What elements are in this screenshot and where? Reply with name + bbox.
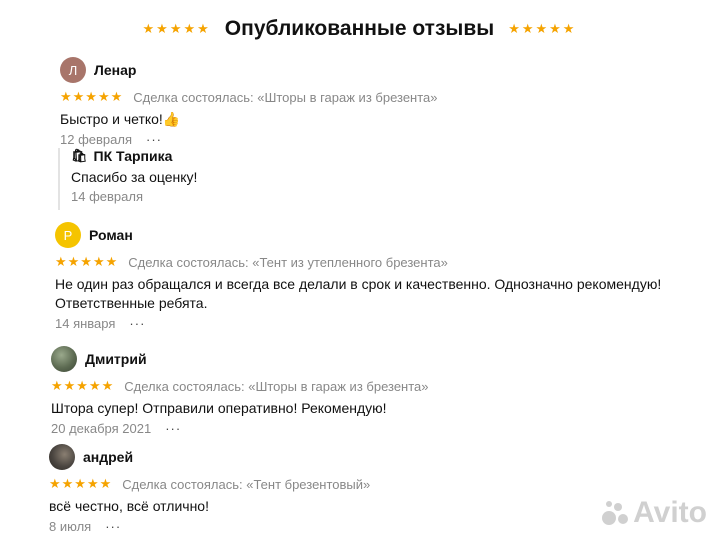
review-author-name[interactable]: Дмитрий [85, 351, 147, 367]
review-date: 12 февраля [60, 132, 132, 147]
review-meta: 14 января ··· [55, 316, 705, 331]
reply-text: Спасибо за оценку! [71, 169, 198, 185]
review-meta: 12 февраля ··· [60, 132, 700, 147]
review-rating-row: ★★★★★ Сделка состоялась: «Тент из утепле… [55, 254, 705, 270]
review-item: Дмитрий ★★★★★ Сделка состоялась: «Шторы … [51, 346, 691, 436]
review-author-name[interactable]: андрей [83, 449, 133, 465]
page-title: Опубликованные отзывы [224, 17, 495, 40]
review-author-name[interactable]: Роман [89, 227, 133, 243]
review-rating-row: ★★★★★ Сделка состоялась: «Шторы в гараж … [60, 89, 700, 105]
reply-date: 14 февраля [71, 189, 143, 204]
review-author-row: Л Ленар [60, 57, 700, 83]
review-date: 8 июля [49, 519, 92, 534]
review-meta: 20 декабря 2021 ··· [51, 421, 691, 436]
review-stars: ★★★★★ [55, 254, 119, 269]
review-text: всё честно, всё отлично! [49, 498, 209, 514]
header-stars-right: ★★★★★ [508, 21, 577, 36]
review-rating-row: ★★★★★ Сделка состоялась: «Шторы в гараж … [51, 378, 691, 394]
review-author-row: Дмитрий [51, 346, 691, 372]
review-meta: 8 июля ··· [49, 519, 689, 534]
more-options-button[interactable]: ··· [129, 316, 145, 331]
review-text: Штора супер! Отправили оперативно! Реком… [51, 400, 387, 416]
more-options-button[interactable]: ··· [105, 519, 121, 534]
more-options-button[interactable]: ··· [146, 132, 162, 147]
review-stars: ★★★★★ [49, 476, 113, 491]
reply-author-row: 🛍 ПК Тарпика [71, 148, 371, 164]
shop-icon: 🛍 [71, 148, 88, 163]
review-date: 20 декабря 2021 [51, 421, 152, 436]
avatar-letter: Л [68, 62, 78, 78]
review-text: Не один раз обращался и всегда все делал… [55, 276, 662, 311]
review-deal-text: Сделка состоялась: «Шторы в гараж из бре… [133, 89, 438, 105]
review-author-row: Р Роман [55, 222, 705, 248]
review-stars: ★★★★★ [60, 89, 124, 104]
review-author-name[interactable]: Ленар [94, 62, 136, 78]
review-item: андрей ★★★★★ Сделка состоялась: «Тент бр… [49, 444, 689, 534]
avatar[interactable]: Л [60, 57, 86, 83]
avito-watermark: Avito [600, 496, 707, 530]
watermark-text: Avito [633, 496, 707, 529]
reviews-header: ★★★★★ Опубликованные отзывы ★★★★★ [0, 14, 719, 44]
review-author-row: андрей [49, 444, 689, 470]
review-date: 14 января [55, 316, 116, 331]
avatar[interactable] [49, 444, 75, 470]
seller-reply: 🛍 ПК Тарпика Спасибо за оценку! 14 февра… [58, 148, 371, 210]
more-options-button[interactable]: ··· [165, 421, 181, 436]
avatar-letter: Р [63, 227, 73, 243]
review-item: Л Ленар ★★★★★ Сделка состоялась: «Шторы … [60, 57, 700, 147]
avatar[interactable]: Р [55, 222, 81, 248]
avito-logo-icon [600, 499, 629, 527]
review-deal-text: Сделка состоялась: «Шторы в гараж из бре… [124, 378, 429, 394]
header-stars-left: ★★★★★ [142, 21, 211, 36]
review-deal-text: Сделка состоялась: «Тент брезентовый» [122, 476, 371, 492]
avatar[interactable] [51, 346, 77, 372]
review-stars: ★★★★★ [51, 378, 115, 393]
review-rating-row: ★★★★★ Сделка состоялась: «Тент брезентов… [49, 476, 689, 492]
reply-author-name[interactable]: ПК Тарпика [94, 148, 173, 164]
review-item: Р Роман ★★★★★ Сделка состоялась: «Тент и… [55, 222, 705, 331]
reply-meta: 14 февраля [71, 189, 371, 204]
review-deal-text: Сделка состоялась: «Тент из утепленного … [128, 254, 448, 270]
review-text: Быстро и четко!👍 [60, 111, 181, 127]
